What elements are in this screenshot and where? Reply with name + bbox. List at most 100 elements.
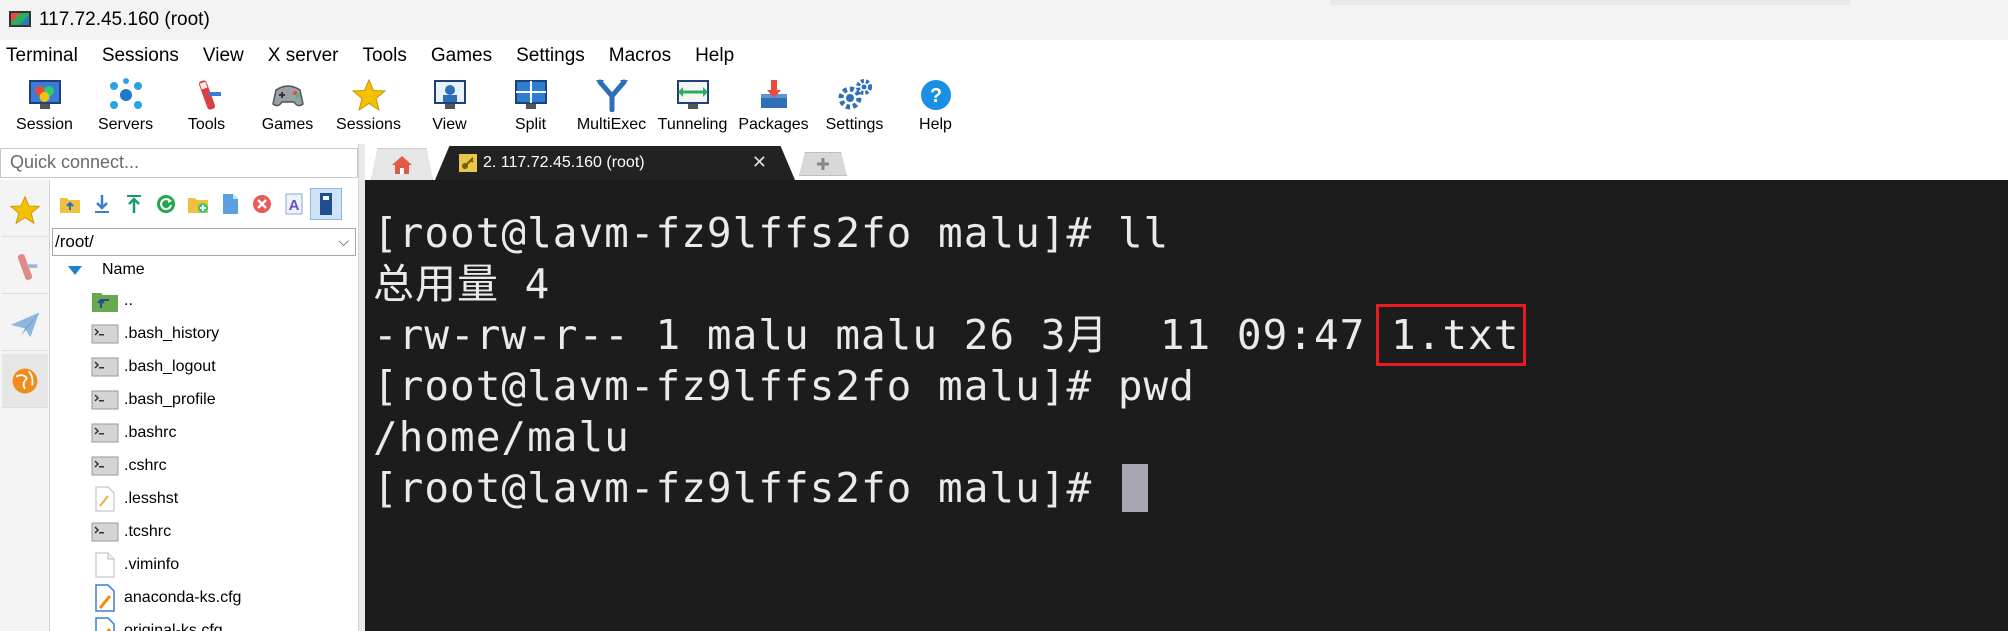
upload-icon — [127, 195, 141, 213]
menu-terminal[interactable]: Terminal — [6, 45, 78, 67]
terminal-line: /home/malu — [373, 413, 630, 461]
tab-home[interactable] — [371, 148, 433, 180]
left-sidebar — [0, 180, 50, 631]
sidebar-sessions-button[interactable] — [2, 183, 48, 237]
upload-button[interactable] — [118, 188, 150, 220]
file-list-item[interactable]: .viminfo — [50, 548, 358, 581]
menu-view[interactable]: View — [203, 45, 244, 67]
quick-connect-input[interactable]: Quick connect... — [0, 148, 358, 178]
file-list-item[interactable]: .cshrc — [50, 449, 358, 482]
terminal-file-icon — [90, 420, 120, 446]
file-name: .bashrc — [124, 423, 177, 441]
packages-button[interactable]: Packages — [733, 72, 814, 142]
file-list-item[interactable]: .tcshrc — [50, 515, 358, 548]
config-file-icon — [90, 583, 120, 612]
refresh-button[interactable] — [150, 188, 182, 220]
file-name: .bash_profile — [124, 390, 216, 408]
help-button[interactable]: ? Help — [895, 72, 976, 142]
main-toolbar: Session Servers Tools Games Sessions Vie… — [0, 72, 2008, 144]
refresh-icon — [157, 195, 175, 213]
terminal-follow-button[interactable] — [310, 188, 342, 220]
title-bar: 117.72.45.160 (root) — [0, 0, 2008, 40]
tunneling-label: Tunneling — [657, 116, 728, 133]
split-label: Split — [514, 116, 547, 133]
file-name: .bash_logout — [124, 357, 216, 375]
new-file-button[interactable] — [214, 188, 246, 220]
close-tab-icon[interactable]: ✕ — [752, 152, 767, 173]
sftp-path-input[interactable]: /root/ ⌵ — [52, 228, 356, 256]
menu-tools[interactable]: Tools — [363, 45, 407, 67]
packages-icon — [754, 76, 794, 114]
session-button[interactable]: Session — [4, 72, 85, 142]
sessions-button[interactable]: Sessions — [328, 72, 409, 142]
packages-label: Packages — [738, 116, 809, 133]
chevron-down-icon[interactable]: ⌵ — [338, 233, 349, 250]
menu-help[interactable]: Help — [695, 45, 734, 67]
new-file-icon — [223, 194, 238, 214]
parent-folder-button[interactable] — [54, 188, 86, 220]
file-list-item[interactable]: .bash_history — [50, 317, 358, 350]
menu-settings[interactable]: Settings — [516, 45, 585, 67]
sidebar-tools-button[interactable] — [2, 240, 48, 294]
file-name: .bash_history — [124, 324, 220, 342]
tab-bar: 2. 117.72.45.160 (root) ✕ — [365, 144, 2008, 180]
file-list-item[interactable]: .. — [50, 284, 358, 317]
text-file-icon — [90, 486, 120, 512]
games-button[interactable]: Games — [247, 72, 328, 142]
split-button[interactable]: Split — [490, 72, 571, 142]
svg-text:A: A — [289, 197, 300, 214]
tab-session-2[interactable]: 2. 117.72.45.160 (root) ✕ — [435, 146, 795, 180]
terminal-area[interactable]: [root@lavm-fz9lffs2fo malu]# ll 总用量 4 -r… — [365, 180, 2008, 631]
tunneling-button[interactable]: Tunneling — [652, 72, 733, 142]
plus-icon — [817, 158, 829, 170]
terminal-file-icon — [90, 519, 120, 545]
settings-button[interactable]: Settings — [814, 72, 895, 142]
new-folder-button[interactable] — [182, 188, 214, 220]
rename-button[interactable]: A — [278, 188, 310, 220]
servers-icon — [106, 76, 146, 114]
file-list-item[interactable]: .lesshst — [50, 482, 358, 515]
file-name: .viminfo — [124, 555, 180, 573]
tab-session-title: 2. 117.72.45.160 (root) — [483, 154, 645, 171]
rename-icon: A — [285, 193, 303, 215]
file-name: .. — [124, 291, 133, 309]
gear-icon — [835, 76, 875, 114]
file-list-header[interactable]: Name — [50, 256, 358, 284]
window-title: 117.72.45.160 (root) — [39, 9, 210, 30]
menu-sessions[interactable]: Sessions — [102, 45, 179, 67]
file-name: .cshrc — [124, 456, 167, 474]
file-list-item[interactable]: original-ks.cfg — [50, 614, 358, 631]
globe-icon — [12, 368, 38, 393]
sidebar-macros-button[interactable] — [2, 297, 48, 351]
svg-text:?: ? — [929, 85, 941, 107]
servers-button[interactable]: Servers — [85, 72, 166, 142]
view-button[interactable]: View — [409, 72, 490, 142]
delete-button[interactable] — [246, 188, 278, 220]
file-list-item[interactable]: .bash_profile — [50, 383, 358, 416]
file-name: original-ks.cfg — [124, 621, 223, 631]
terminal-line: [root@lavm-fz9lffs2fo malu]# pwd — [373, 362, 1195, 410]
mobaxterm-logo-icon — [9, 11, 31, 29]
servers-label: Servers — [97, 116, 154, 133]
menu-macros[interactable]: Macros — [609, 45, 671, 67]
home-icon — [392, 155, 412, 174]
tools-label: Tools — [187, 116, 226, 133]
tools-icon — [187, 76, 227, 114]
tools-button[interactable]: Tools — [166, 72, 247, 142]
terminal-prompt: [root@lavm-fz9lffs2fo malu]# — [373, 464, 1118, 512]
file-list-item[interactable]: .bash_logout — [50, 350, 358, 383]
menu-games[interactable]: Games — [431, 45, 492, 67]
terminal-follow-icon — [320, 193, 332, 215]
terminal-cursor — [1121, 464, 1148, 512]
download-button[interactable] — [86, 188, 118, 220]
file-list-item[interactable]: anaconda-ks.cfg — [50, 581, 358, 614]
sidebar-sftp-button[interactable] — [2, 354, 48, 408]
tunneling-icon — [673, 76, 713, 114]
file-list-item[interactable]: .bashrc — [50, 416, 358, 449]
tools-icon — [17, 253, 38, 280]
new-tab-button[interactable] — [799, 152, 847, 176]
multiexec-button[interactable]: MultiExec — [571, 72, 652, 142]
menu-x-server[interactable]: X server — [268, 45, 339, 67]
sort-desc-icon — [68, 265, 82, 275]
panel-splitter[interactable] — [358, 144, 365, 631]
